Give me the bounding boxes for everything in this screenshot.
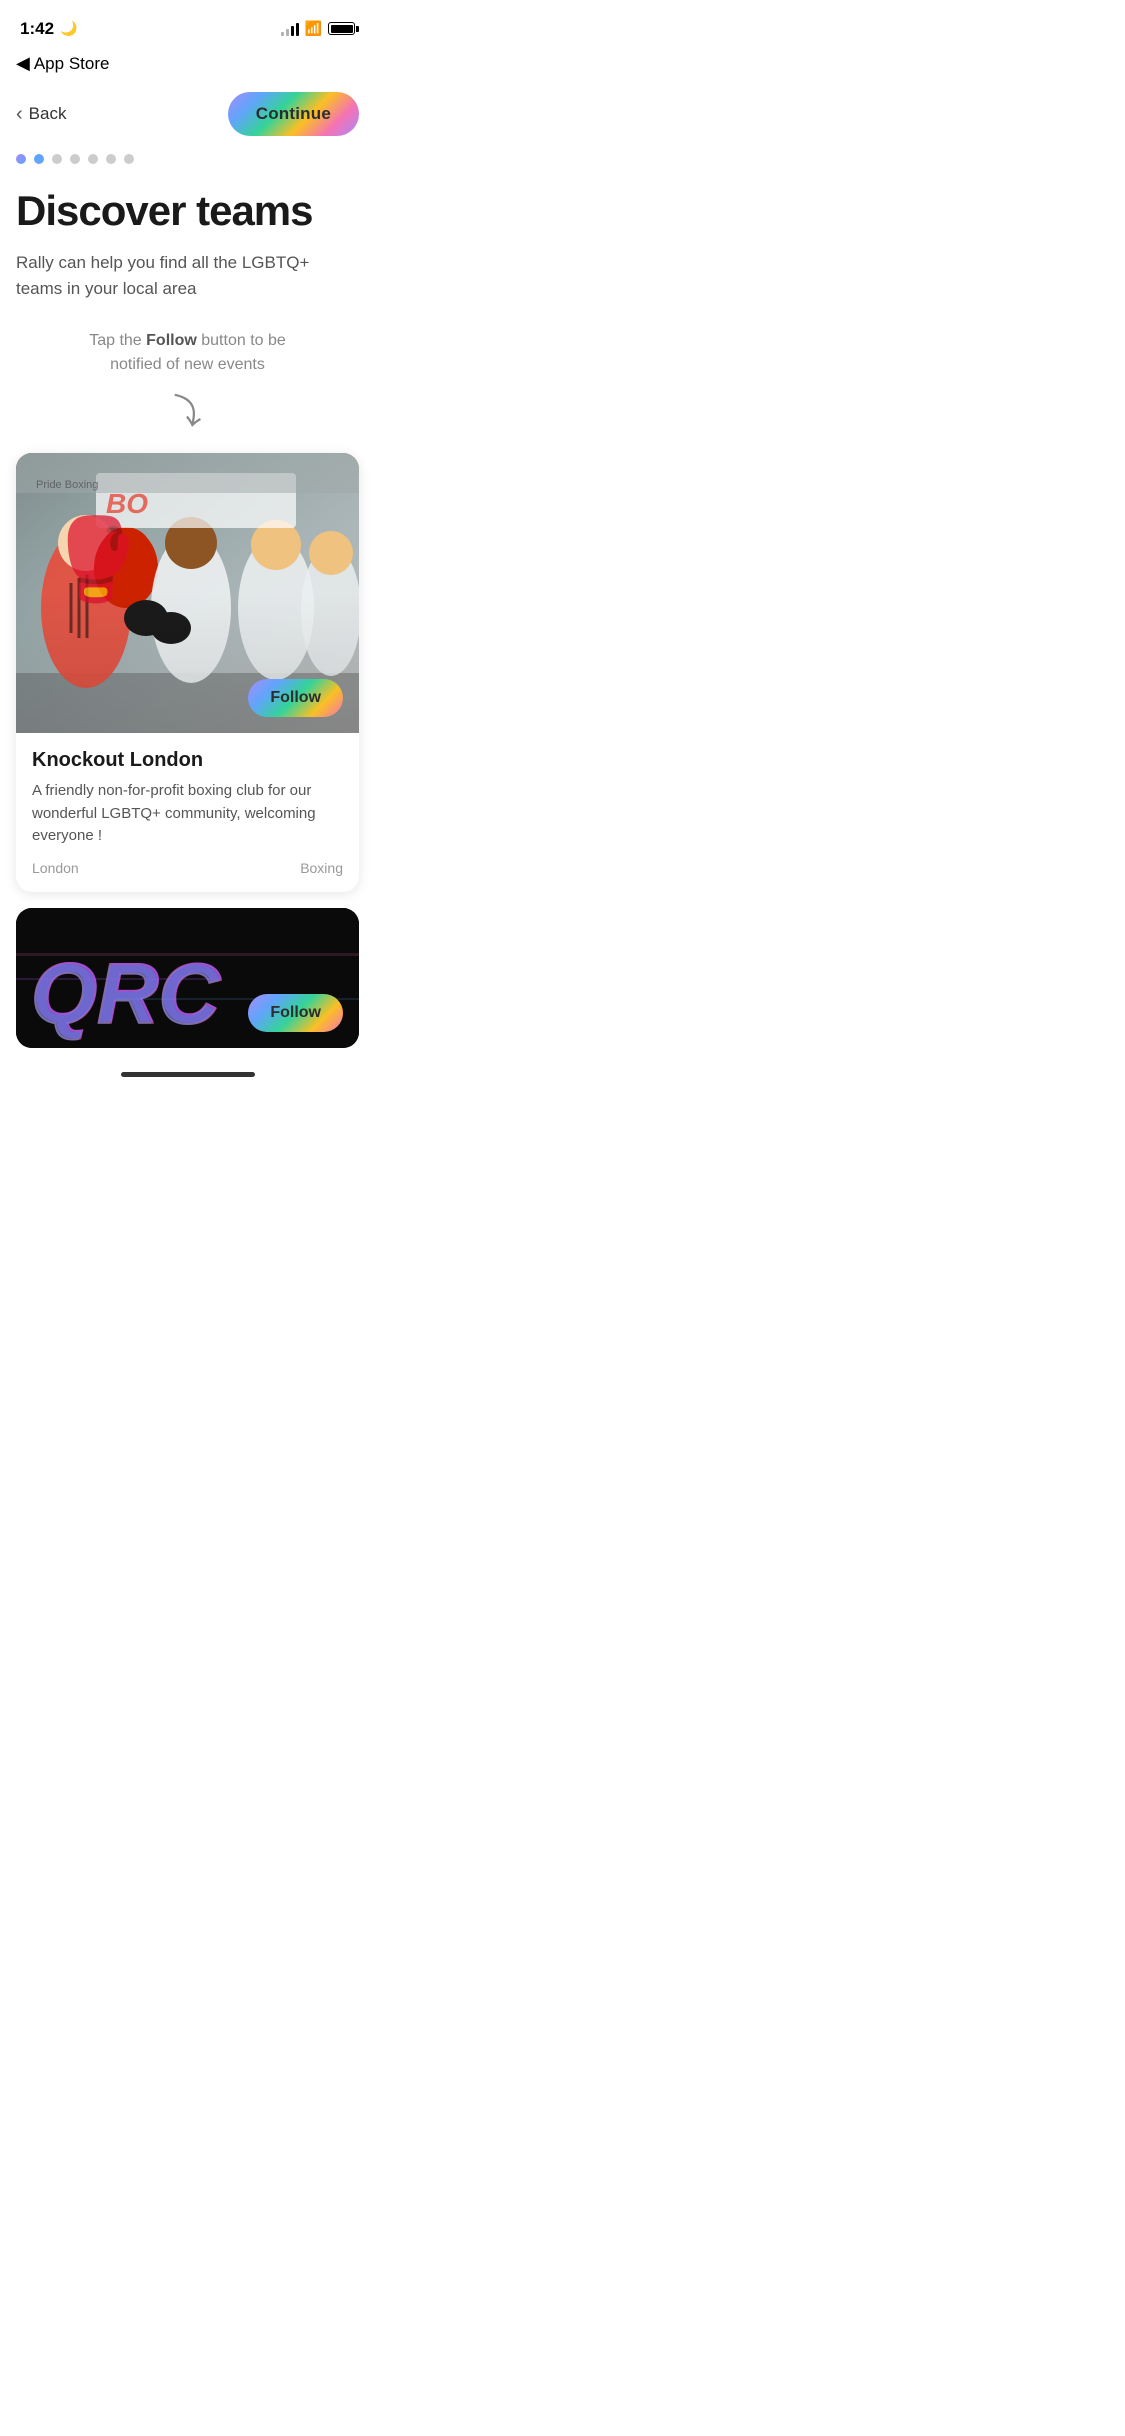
card-body-1: Knockout London A friendly non-for-profi… (16, 733, 359, 892)
app-store-bar: ◀ App Store (0, 49, 375, 82)
card-footer: London Boxing (32, 860, 343, 876)
svg-text:QRC: QRC (30, 948, 221, 1043)
home-bar (121, 1072, 255, 1077)
home-indicator (0, 1064, 375, 1081)
back-label: Back (29, 104, 67, 124)
hint-text: Tap the Follow button to benotified of n… (16, 329, 359, 377)
team-card-2-preview: QRC QRC QRC Follow (16, 908, 359, 1048)
arrow-hint: ⤵ (16, 387, 359, 433)
second-card-bg: QRC QRC QRC Follow (16, 908, 359, 1048)
continue-button[interactable]: Continue (228, 92, 359, 136)
status-time: 1:42 (20, 19, 54, 39)
status-left: 1:42 🌙 (20, 19, 77, 39)
nav-bar: ‹ Back Continue (0, 82, 375, 150)
pagination-dot-4 (70, 154, 80, 164)
pagination-dots (0, 150, 375, 188)
pagination-dot-1 (16, 154, 26, 164)
follow-button-card-1[interactable]: Follow (248, 679, 343, 717)
status-bar: 1:42 🌙 📶 (0, 0, 375, 49)
back-button[interactable]: ‹ Back (16, 103, 66, 126)
app-store-label: App Store (34, 54, 110, 74)
club-description: A friendly non-for-profit boxing club fo… (32, 780, 343, 848)
page-title: Discover teams (16, 188, 359, 234)
follow-button-card-2[interactable]: Follow (248, 994, 343, 1032)
club-sport: Boxing (300, 860, 343, 876)
pagination-dot-7 (124, 154, 134, 164)
page-subtitle: Rally can help you find all the LGBTQ+ t… (16, 250, 359, 301)
wifi-icon: 📶 (305, 20, 322, 37)
app-store-back-arrow: ◀ (16, 53, 30, 74)
status-right: 📶 (281, 20, 355, 37)
battery-icon (328, 22, 355, 35)
pagination-dot-3 (52, 154, 62, 164)
card-image-container: BO Pride Boxing Follow (16, 453, 359, 733)
moon-icon: 🌙 (60, 20, 77, 37)
team-card-1: BO Pride Boxing Follow Knockout London A… (16, 453, 359, 892)
pagination-dot-2 (34, 154, 44, 164)
curved-arrow-icon: ⤵ (168, 385, 208, 436)
main-content: Discover teams Rally can help you find a… (0, 188, 375, 1048)
signal-icon (281, 22, 299, 36)
back-chevron-icon: ‹ (16, 103, 23, 126)
hint-follow-bold: Follow (146, 332, 197, 349)
club-location: London (32, 860, 79, 876)
club-name: Knockout London (32, 749, 343, 772)
pagination-dot-5 (88, 154, 98, 164)
pagination-dot-6 (106, 154, 116, 164)
